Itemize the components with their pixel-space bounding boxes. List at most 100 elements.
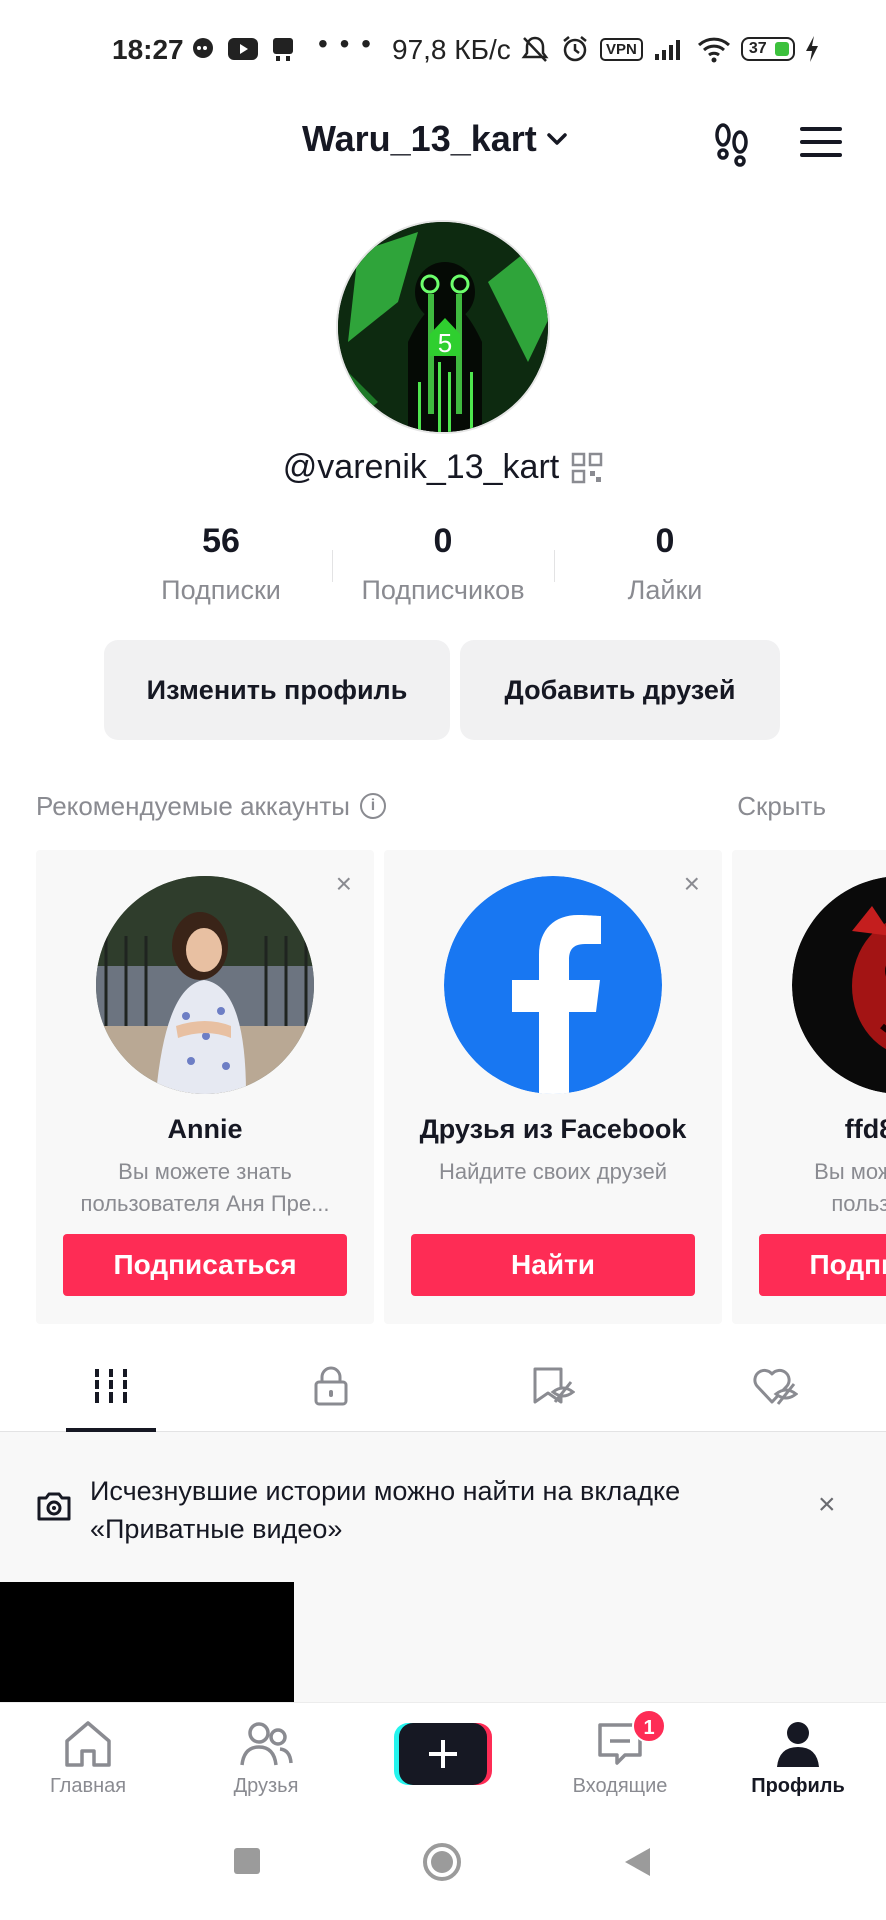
network-speed: 97,8 КБ/с bbox=[392, 34, 511, 65]
lock-icon bbox=[314, 1366, 348, 1406]
recent-apps-icon[interactable] bbox=[232, 1846, 262, 1876]
footprints-icon bbox=[715, 123, 748, 167]
qr-code-icon[interactable] bbox=[571, 452, 603, 484]
tab-saved[interactable] bbox=[508, 1340, 598, 1432]
status-notification-icons bbox=[190, 36, 296, 62]
suggested-cards-carousel[interactable]: × Annie Вы можете знать пользователя Аня… bbox=[36, 850, 886, 1324]
status-more-dots: • • • bbox=[318, 28, 373, 59]
avatar-number: 5 bbox=[438, 328, 452, 358]
create-video-button[interactable] bbox=[394, 1723, 492, 1785]
following-label: Подписки bbox=[161, 575, 281, 605]
likes-label: Лайки bbox=[627, 575, 703, 605]
add-friends-button[interactable]: Добавить друзей bbox=[460, 640, 780, 740]
nav-inbox[interactable]: 1 Входящие bbox=[550, 1703, 690, 1813]
nav-profile[interactable]: Профиль bbox=[728, 1703, 868, 1813]
system-navigation-bar bbox=[0, 1812, 886, 1920]
videos-grid-icon bbox=[93, 1369, 129, 1403]
card-description: Найдите своих друзей bbox=[439, 1159, 667, 1184]
vpn-icon: VPN bbox=[600, 37, 643, 61]
plus-icon bbox=[394, 1723, 492, 1785]
follow-button[interactable]: Подписаться bbox=[63, 1234, 347, 1296]
nav-profile-label: Профиль bbox=[751, 1775, 845, 1797]
suggested-card: ffd8dd8c Вы можете знать пользователя По… bbox=[732, 850, 886, 1324]
profile-header: Waru_13_kart bbox=[0, 100, 886, 180]
card-name: Annie bbox=[167, 1114, 243, 1144]
liked-hidden-icon bbox=[753, 1368, 798, 1405]
edit-profile-button[interactable]: Изменить профиль bbox=[104, 640, 450, 740]
tab-liked[interactable] bbox=[730, 1340, 820, 1432]
following-count: 56 bbox=[202, 522, 240, 560]
menu-button[interactable] bbox=[798, 122, 844, 162]
status-system-icons: VPN 37 bbox=[520, 34, 819, 64]
video-grid bbox=[0, 1582, 886, 1702]
alarm-icon bbox=[563, 36, 587, 62]
avatar[interactable] bbox=[96, 876, 314, 1094]
chevron-down-icon bbox=[547, 133, 567, 145]
battery-icon: 37 bbox=[740, 37, 795, 61]
followers-count: 0 bbox=[433, 522, 453, 560]
account-switcher[interactable]: Waru_13_kart bbox=[302, 118, 571, 160]
user-photo bbox=[792, 877, 886, 1093]
profile-handle: @varenik_13_kart bbox=[0, 448, 886, 487]
follow-button[interactable]: Подписаться bbox=[759, 1234, 886, 1296]
stat-following[interactable]: 56 Подписки bbox=[110, 522, 332, 612]
tab-private[interactable] bbox=[286, 1340, 376, 1432]
stat-followers[interactable]: 0 Подписчиков bbox=[332, 522, 554, 612]
avatar[interactable] bbox=[792, 876, 886, 1094]
profile-stats: 56 Подписки 0 Подписчиков 0 Лайки bbox=[110, 522, 776, 612]
camera-story-icon bbox=[37, 1492, 71, 1521]
find-friends-button[interactable]: Найти bbox=[411, 1234, 695, 1296]
notice-text: Исчезнувшие истории можно найти на вклад… bbox=[90, 1476, 681, 1544]
video-thumbnail[interactable] bbox=[0, 1582, 294, 1702]
suggested-title: Рекомендуемые аккаунты i bbox=[36, 791, 386, 822]
avatar-image: 5 bbox=[338, 222, 548, 432]
home-icon bbox=[65, 1721, 111, 1767]
charging-icon bbox=[805, 36, 818, 62]
chat-bubble-icon bbox=[193, 38, 213, 58]
card-name: Друзья из Facebook bbox=[419, 1114, 687, 1144]
nav-home[interactable]: Главная bbox=[18, 1703, 158, 1813]
account-username: Waru_13_kart bbox=[302, 118, 537, 159]
suggested-card: × Друзья из Facebook Найдите своих друзе… bbox=[384, 850, 722, 1324]
close-icon[interactable]: × bbox=[336, 870, 352, 898]
profile-views-button[interactable] bbox=[708, 120, 756, 168]
private-stories-notice: Исчезнувшие истории можно найти на вклад… bbox=[0, 1432, 886, 1582]
signal-icon bbox=[654, 40, 680, 60]
youtube-icon bbox=[228, 38, 258, 60]
download-app-icon bbox=[273, 38, 293, 61]
info-icon[interactable]: i bbox=[359, 793, 386, 819]
profile-content-tabs bbox=[0, 1340, 886, 1432]
bottom-navigation: Главная Друзья 1 Входящие Профиль bbox=[0, 1702, 886, 1812]
home-button-icon[interactable] bbox=[422, 1842, 462, 1882]
close-icon[interactable]: × bbox=[818, 1488, 836, 1522]
card-name: ffd8dd8c bbox=[844, 1114, 886, 1144]
suggested-card: × Annie Вы можете знать пользователя Аня… bbox=[36, 850, 374, 1324]
mute-bell-icon bbox=[521, 36, 549, 62]
suggested-title-text: Рекомендуемые аккаунты bbox=[36, 790, 350, 821]
user-photo bbox=[96, 876, 314, 1094]
suggested-accounts-header: Рекомендуемые аккаунты i Скрыть bbox=[36, 786, 826, 826]
nav-inbox-label: Входящие bbox=[572, 1775, 668, 1797]
close-icon[interactable]: × bbox=[684, 870, 700, 898]
facebook-icon bbox=[444, 876, 662, 1094]
handle-text: @varenik_13_kart bbox=[282, 448, 560, 486]
stat-likes[interactable]: 0 Лайки bbox=[554, 522, 776, 612]
tab-videos[interactable] bbox=[66, 1340, 156, 1432]
back-icon[interactable] bbox=[622, 1846, 652, 1878]
wifi-icon bbox=[697, 37, 730, 63]
nav-friends[interactable]: Друзья bbox=[196, 1703, 336, 1813]
likes-count: 0 bbox=[655, 522, 675, 560]
nav-friends-label: Друзья bbox=[233, 1775, 299, 1797]
profile-avatar[interactable]: 5 bbox=[336, 220, 550, 434]
profile-icon bbox=[777, 1722, 819, 1767]
hide-suggested-button[interactable]: Скрыть bbox=[737, 791, 826, 822]
status-time: 18:27 bbox=[112, 34, 184, 65]
battery-level: 37 bbox=[748, 40, 767, 57]
inbox-badge: 1 bbox=[632, 1709, 666, 1743]
followers-label: Подписчиков bbox=[361, 575, 525, 605]
nav-home-label: Главная bbox=[49, 1775, 127, 1797]
card-description: Вы можете знать пользователя bbox=[814, 1159, 886, 1216]
friends-icon bbox=[240, 1722, 293, 1766]
card-description: Вы можете знать пользователя Аня Пре... bbox=[80, 1159, 330, 1216]
avatar[interactable] bbox=[444, 876, 662, 1094]
